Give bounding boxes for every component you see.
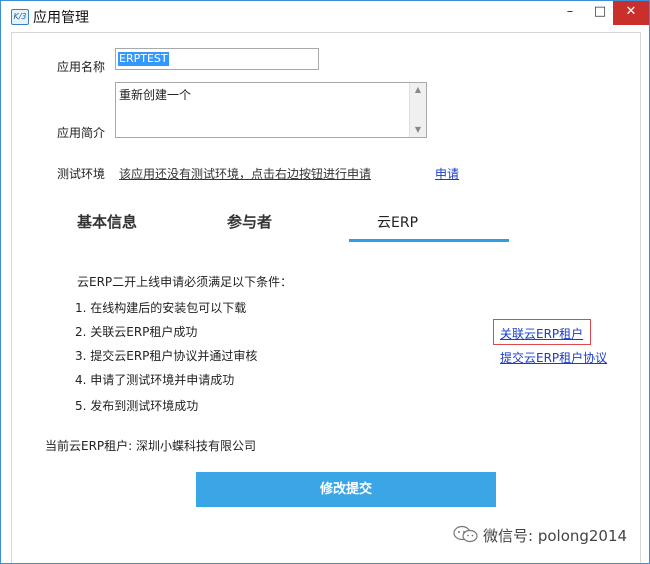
associate-tenant-link[interactable]: 关联云ERP租户 xyxy=(500,325,583,342)
app-name-value: ERPTEST xyxy=(118,52,169,66)
apply-test-env-link[interactable]: 申请 xyxy=(435,165,459,182)
tab-cloud-erp[interactable]: 云ERP xyxy=(377,212,418,232)
test-env-status: 该应用还没有测试环境，点击右边按钮进行申请 xyxy=(119,167,372,181)
watermark-text: 微信号: polong2014 xyxy=(483,527,628,545)
maximize-button[interactable]: □ xyxy=(587,1,613,25)
desc-scrollbar[interactable]: ▲ ▼ xyxy=(409,83,426,137)
app-desc-label: 应用简介 xyxy=(57,126,106,140)
condition-item: 5. 发布到测试环境成功 xyxy=(75,399,199,413)
scroll-down-icon[interactable]: ▼ xyxy=(410,123,426,137)
submit-agreement-link[interactable]: 提交云ERP租户协议 xyxy=(500,349,607,366)
condition-item: 1. 在线构建后的安装包可以下载 xyxy=(75,301,247,315)
app-desc-value: 重新创建一个 xyxy=(119,88,192,102)
app-management-window: K/3 应用管理 – □ ✕ 应用名称 ERPTEST 应用简介 重新创建一个 … xyxy=(0,0,650,564)
wechat-icon xyxy=(453,525,478,543)
app-logo-icon: K/3 xyxy=(11,9,29,25)
scroll-up-icon[interactable]: ▲ xyxy=(410,83,426,97)
app-desc-textarea[interactable]: 重新创建一个 ▲ ▼ xyxy=(115,82,427,138)
condition-item: 4. 申请了测试环境并申请成功 xyxy=(75,373,235,387)
conditions-title: 云ERP二开上线申请必须满足以下条件： xyxy=(77,275,293,289)
app-name-input[interactable]: ERPTEST xyxy=(115,48,319,70)
minimize-button[interactable]: – xyxy=(553,1,587,25)
title-bar: K/3 应用管理 – □ ✕ xyxy=(1,1,649,31)
active-tab-indicator xyxy=(349,239,509,242)
window-title: 应用管理 xyxy=(33,10,89,26)
tab-basic-info[interactable]: 基本信息 xyxy=(77,211,137,232)
close-button[interactable]: ✕ xyxy=(613,1,649,25)
app-name-label: 应用名称 xyxy=(57,60,106,74)
submit-button[interactable]: 修改提交 xyxy=(196,472,496,507)
tab-participants[interactable]: 参与者 xyxy=(227,211,272,232)
current-tenant: 当前云ERP租户: 深圳小蝶科技有限公司 xyxy=(45,439,257,453)
condition-item: 3. 提交云ERP租户协议并通过审核 xyxy=(75,349,258,363)
condition-item: 2. 关联云ERP租户成功 xyxy=(75,325,198,339)
test-env-label: 测试环境 xyxy=(57,167,106,181)
